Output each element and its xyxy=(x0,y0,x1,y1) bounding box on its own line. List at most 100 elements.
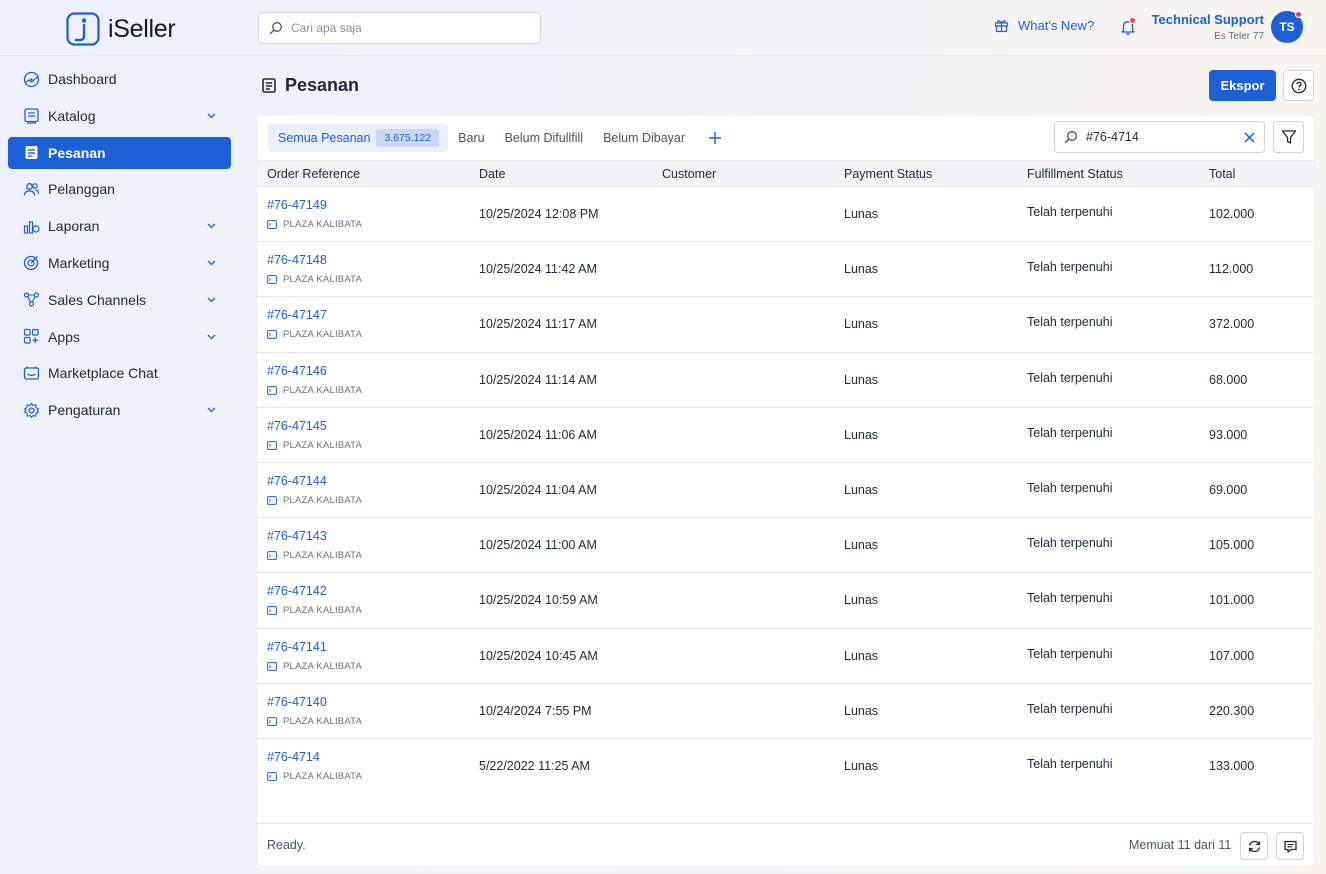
tab-label: Belum Dibayar xyxy=(603,131,686,145)
table-row[interactable]: #76-47142 PLAZA KALIBATA 10/25/2024 10:5… xyxy=(257,573,1314,629)
sidebar-item-katalog[interactable]: Katalog xyxy=(8,100,231,132)
refresh-button[interactable] xyxy=(1240,832,1268,860)
store-icon xyxy=(267,771,277,781)
table-row[interactable]: #76-47145 PLAZA KALIBATA 10/25/2024 11:0… xyxy=(257,408,1314,463)
order-reference-link[interactable]: #76-47144 xyxy=(267,474,327,488)
table-row[interactable]: #76-47143 PLAZA KALIBATA 10/25/2024 11:0… xyxy=(257,518,1314,574)
user-info[interactable]: Technical Support Es Teler 77 xyxy=(1152,12,1264,42)
table-row[interactable]: #76-47149 PLAZA KALIBATA 10/25/2024 12:0… xyxy=(257,187,1314,243)
sidebar-item-label: Pengaturan xyxy=(48,402,121,419)
order-reference-link[interactable]: #76-47143 xyxy=(267,529,327,543)
sidebar-item-pelanggan[interactable]: Pelanggan xyxy=(8,173,231,205)
payment-status: Lunas xyxy=(844,703,879,718)
store-name: PLAZA KALIBATA xyxy=(283,274,363,286)
tab-semua-pesanan[interactable]: Semua Pesanan 3.675.122 xyxy=(268,124,449,152)
table-row[interactable]: #76-47140 PLAZA KALIBATA 10/24/2024 7:55… xyxy=(257,684,1314,739)
order-reference-link[interactable]: #76-47147 xyxy=(267,308,327,322)
sidebar-item-apps[interactable]: Apps xyxy=(8,321,231,353)
fulfillment-status: Telah terpenuhi xyxy=(1027,646,1113,661)
order-reference-link[interactable]: #76-47141 xyxy=(267,640,327,654)
column-header[interactable]: Customer xyxy=(662,167,716,181)
order-total: 220.300 xyxy=(1209,703,1255,718)
order-total: 102.000 xyxy=(1209,207,1255,221)
export-button[interactable]: Ekspor xyxy=(1209,70,1276,101)
sidebar-item-pesanan[interactable]: Pesanan xyxy=(8,136,231,169)
avatar-initials: TS xyxy=(1279,20,1295,34)
order-date: 10/25/2024 10:45 AM xyxy=(479,648,598,663)
order-reference-link[interactable]: #76-47140 xyxy=(267,695,327,709)
order-total: 112.000 xyxy=(1209,262,1254,277)
search-icon xyxy=(269,22,282,35)
notification-dot xyxy=(1129,17,1136,24)
order-search[interactable] xyxy=(1054,121,1265,153)
order-date: 10/25/2024 10:59 AM xyxy=(479,593,598,608)
order-reference-link[interactable]: #76-47146 xyxy=(267,364,327,378)
order-reference-link[interactable]: #76-47149 xyxy=(267,198,327,212)
store-label: PLAZA KALIBATA xyxy=(267,495,362,506)
close-icon[interactable] xyxy=(1243,131,1256,144)
table-row[interactable]: #76-47147 PLAZA KALIBATA 10/25/2024 11:1… xyxy=(257,297,1314,353)
sidebar-item-dashboard[interactable]: Dashboard xyxy=(8,63,231,95)
chevron-down-icon xyxy=(207,334,216,339)
sidebar-item-marketing[interactable]: Marketing xyxy=(8,247,231,279)
tab-belum-dibayar[interactable]: Belum Dibayar xyxy=(593,124,695,152)
notifications-button[interactable] xyxy=(1119,17,1137,36)
channels-icon xyxy=(22,291,40,309)
sidebar-item-label: Pelanggan xyxy=(48,181,115,198)
table-row[interactable]: #76-47146 PLAZA KALIBATA 10/25/2024 11:1… xyxy=(257,353,1314,408)
column-header[interactable]: Order Reference xyxy=(267,167,360,181)
sidebar-item-label: Laporan xyxy=(48,218,100,235)
tab-belum-difullfill[interactable]: Belum Difullfill xyxy=(495,124,594,152)
payment-status: Lunas xyxy=(844,593,879,608)
customers-icon xyxy=(22,180,40,198)
add-tab-button[interactable] xyxy=(701,124,729,152)
app-logo[interactable]: iSeller xyxy=(66,12,176,46)
chevron-down-icon xyxy=(207,113,216,119)
orders-panel: Semua Pesanan 3.675.122 Baru Belum Diful… xyxy=(257,115,1314,866)
order-reference-link[interactable]: #76-47142 xyxy=(267,584,327,598)
table-row[interactable]: #76-47148 PLAZA KALIBATA 10/25/2024 11:4… xyxy=(257,242,1314,298)
search-icon xyxy=(1064,131,1077,144)
fulfillment-status: Telah terpenuhi xyxy=(1027,260,1113,275)
message-button[interactable] xyxy=(1276,832,1304,860)
help-button[interactable] xyxy=(1283,70,1314,101)
sidebar: Dashboard Katalog Pesanan Pelanggan Lapo… xyxy=(8,63,231,431)
catalog-icon xyxy=(22,107,40,125)
whats-new-link[interactable]: What's New? xyxy=(994,18,1094,33)
plus-icon xyxy=(709,132,722,144)
order-search-input[interactable] xyxy=(1086,130,1236,144)
store-label: PLAZA KALIBATA xyxy=(267,716,362,727)
sidebar-item-label: Dashboard xyxy=(48,71,117,87)
sidebar-item-laporan[interactable]: Laporan xyxy=(8,210,231,242)
sidebar-item-sales-channels[interactable]: Sales Channels xyxy=(8,284,231,316)
tab-label: Baru xyxy=(458,131,485,145)
global-search-input[interactable] xyxy=(291,21,521,35)
sidebar-item-pengaturan[interactable]: Pengaturan xyxy=(8,394,231,426)
column-header[interactable]: Payment Status xyxy=(844,167,932,181)
table-row[interactable]: #76-4714 PLAZA KALIBATA 5/22/2022 11:25 … xyxy=(257,739,1314,794)
order-reference-link[interactable]: #76-4714 xyxy=(267,750,320,764)
sidebar-item-marketplace-chat[interactable]: Marketplace Chat xyxy=(8,357,231,389)
store-icon xyxy=(267,551,277,561)
page-title: Pesanan xyxy=(261,75,359,96)
payment-status: Lunas xyxy=(844,317,879,332)
column-header[interactable]: Total xyxy=(1209,167,1235,181)
global-search[interactable] xyxy=(258,12,541,44)
fulfillment-status: Telah terpenuhi xyxy=(1027,425,1113,440)
avatar-status-dot xyxy=(1295,11,1302,18)
column-header[interactable]: Fulfillment Status xyxy=(1027,167,1123,181)
filter-button[interactable] xyxy=(1273,121,1304,153)
table-row[interactable]: #76-47144 PLAZA KALIBATA 10/25/2024 11:0… xyxy=(257,463,1314,519)
avatar[interactable]: TS xyxy=(1271,11,1303,43)
order-date: 10/25/2024 11:06 AM xyxy=(479,427,597,442)
fulfillment-status: Telah terpenuhi xyxy=(1027,480,1113,495)
order-reference-link[interactable]: #76-47148 xyxy=(267,253,327,267)
store-icon xyxy=(267,661,277,671)
column-header[interactable]: Date xyxy=(479,167,505,181)
store-icon xyxy=(267,716,277,726)
tab-baru[interactable]: Baru xyxy=(448,124,494,152)
table-row[interactable]: #76-47141 PLAZA KALIBATA 10/25/2024 10:4… xyxy=(257,629,1314,684)
store-label: PLAZA KALIBATA xyxy=(267,771,362,782)
store-icon xyxy=(267,220,277,229)
order-reference-link[interactable]: #76-47145 xyxy=(267,419,327,433)
